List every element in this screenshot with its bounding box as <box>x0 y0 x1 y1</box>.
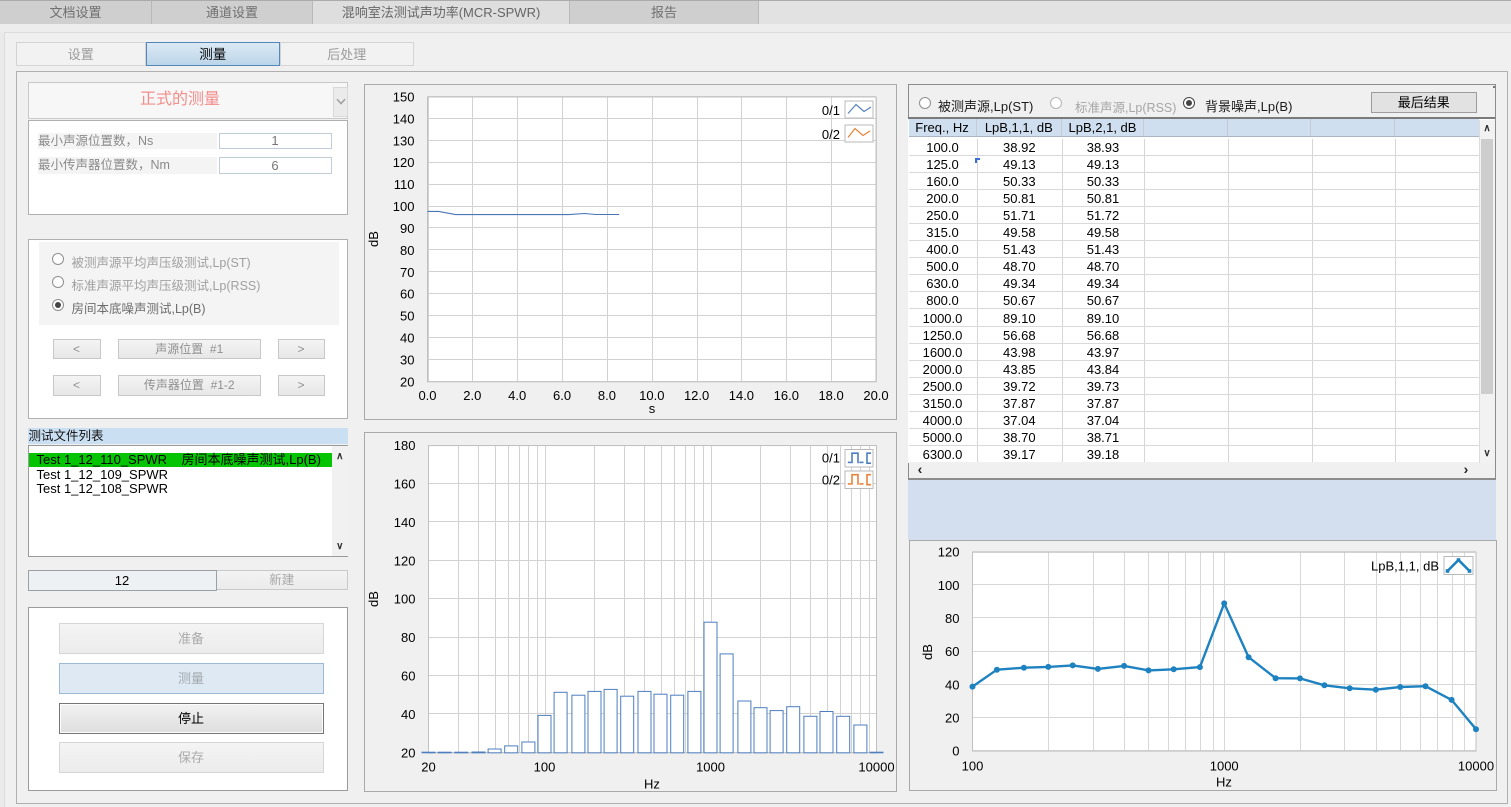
svg-text:60: 60 <box>945 644 959 659</box>
svg-text:10000: 10000 <box>858 759 894 774</box>
svg-text:40: 40 <box>945 677 959 692</box>
svg-text:100: 100 <box>392 199 414 214</box>
svg-text:Hz: Hz <box>644 776 660 791</box>
svg-text:20: 20 <box>945 710 959 725</box>
svg-text:1000: 1000 <box>696 759 725 774</box>
svg-text:10000: 10000 <box>1457 759 1493 774</box>
svg-text:20: 20 <box>400 374 414 389</box>
svg-text:30: 30 <box>400 352 414 367</box>
svg-text:160: 160 <box>393 476 415 491</box>
svg-text:dB: dB <box>366 231 381 247</box>
svg-text:0/1: 0/1 <box>821 103 839 118</box>
svg-text:dB: dB <box>920 644 935 660</box>
svg-text:s: s <box>648 401 655 416</box>
svg-text:0: 0 <box>952 744 959 759</box>
svg-text:100: 100 <box>533 759 555 774</box>
svg-text:6.0: 6.0 <box>553 388 571 403</box>
svg-text:8.0: 8.0 <box>597 388 615 403</box>
svg-text:100: 100 <box>937 578 959 593</box>
svg-text:90: 90 <box>400 220 414 235</box>
svg-text:0/2: 0/2 <box>821 127 839 142</box>
svg-text:180: 180 <box>393 438 415 453</box>
svg-text:20: 20 <box>401 745 415 760</box>
svg-text:1000: 1000 <box>1209 759 1238 774</box>
svg-text:140: 140 <box>392 111 414 126</box>
svg-text:14.0: 14.0 <box>728 388 753 403</box>
svg-text:40: 40 <box>400 330 414 345</box>
svg-text:80: 80 <box>400 242 414 257</box>
svg-text:110: 110 <box>393 177 414 192</box>
svg-text:0/2: 0/2 <box>821 472 839 487</box>
svg-text:120: 120 <box>392 155 414 170</box>
svg-text:12.0: 12.0 <box>683 388 708 403</box>
svg-text:140: 140 <box>393 514 415 529</box>
svg-text:18.0: 18.0 <box>818 388 843 403</box>
svg-text:0/1: 0/1 <box>821 450 839 465</box>
svg-text:120: 120 <box>937 545 959 560</box>
svg-text:40: 40 <box>401 706 415 721</box>
svg-text:60: 60 <box>401 668 415 683</box>
svg-text:dB: dB <box>366 591 381 607</box>
svg-text:2.0: 2.0 <box>463 388 481 403</box>
svg-text:130: 130 <box>392 133 414 148</box>
svg-text:Hz: Hz <box>1216 775 1232 790</box>
svg-text:70: 70 <box>400 264 414 279</box>
svg-text:150: 150 <box>392 89 414 104</box>
svg-text:100: 100 <box>961 759 983 774</box>
svg-text:80: 80 <box>945 611 959 626</box>
svg-text:0.0: 0.0 <box>418 388 436 403</box>
svg-text:100: 100 <box>393 591 415 606</box>
svg-text:60: 60 <box>400 286 414 301</box>
svg-text:LpB,1,1, dB: LpB,1,1, dB <box>1371 559 1439 574</box>
svg-text:16.0: 16.0 <box>773 388 798 403</box>
svg-text:20: 20 <box>421 759 435 774</box>
svg-text:50: 50 <box>400 308 414 323</box>
svg-text:80: 80 <box>401 630 415 645</box>
svg-text:4.0: 4.0 <box>508 388 526 403</box>
svg-text:120: 120 <box>393 553 415 568</box>
svg-text:20.0: 20.0 <box>863 388 888 403</box>
